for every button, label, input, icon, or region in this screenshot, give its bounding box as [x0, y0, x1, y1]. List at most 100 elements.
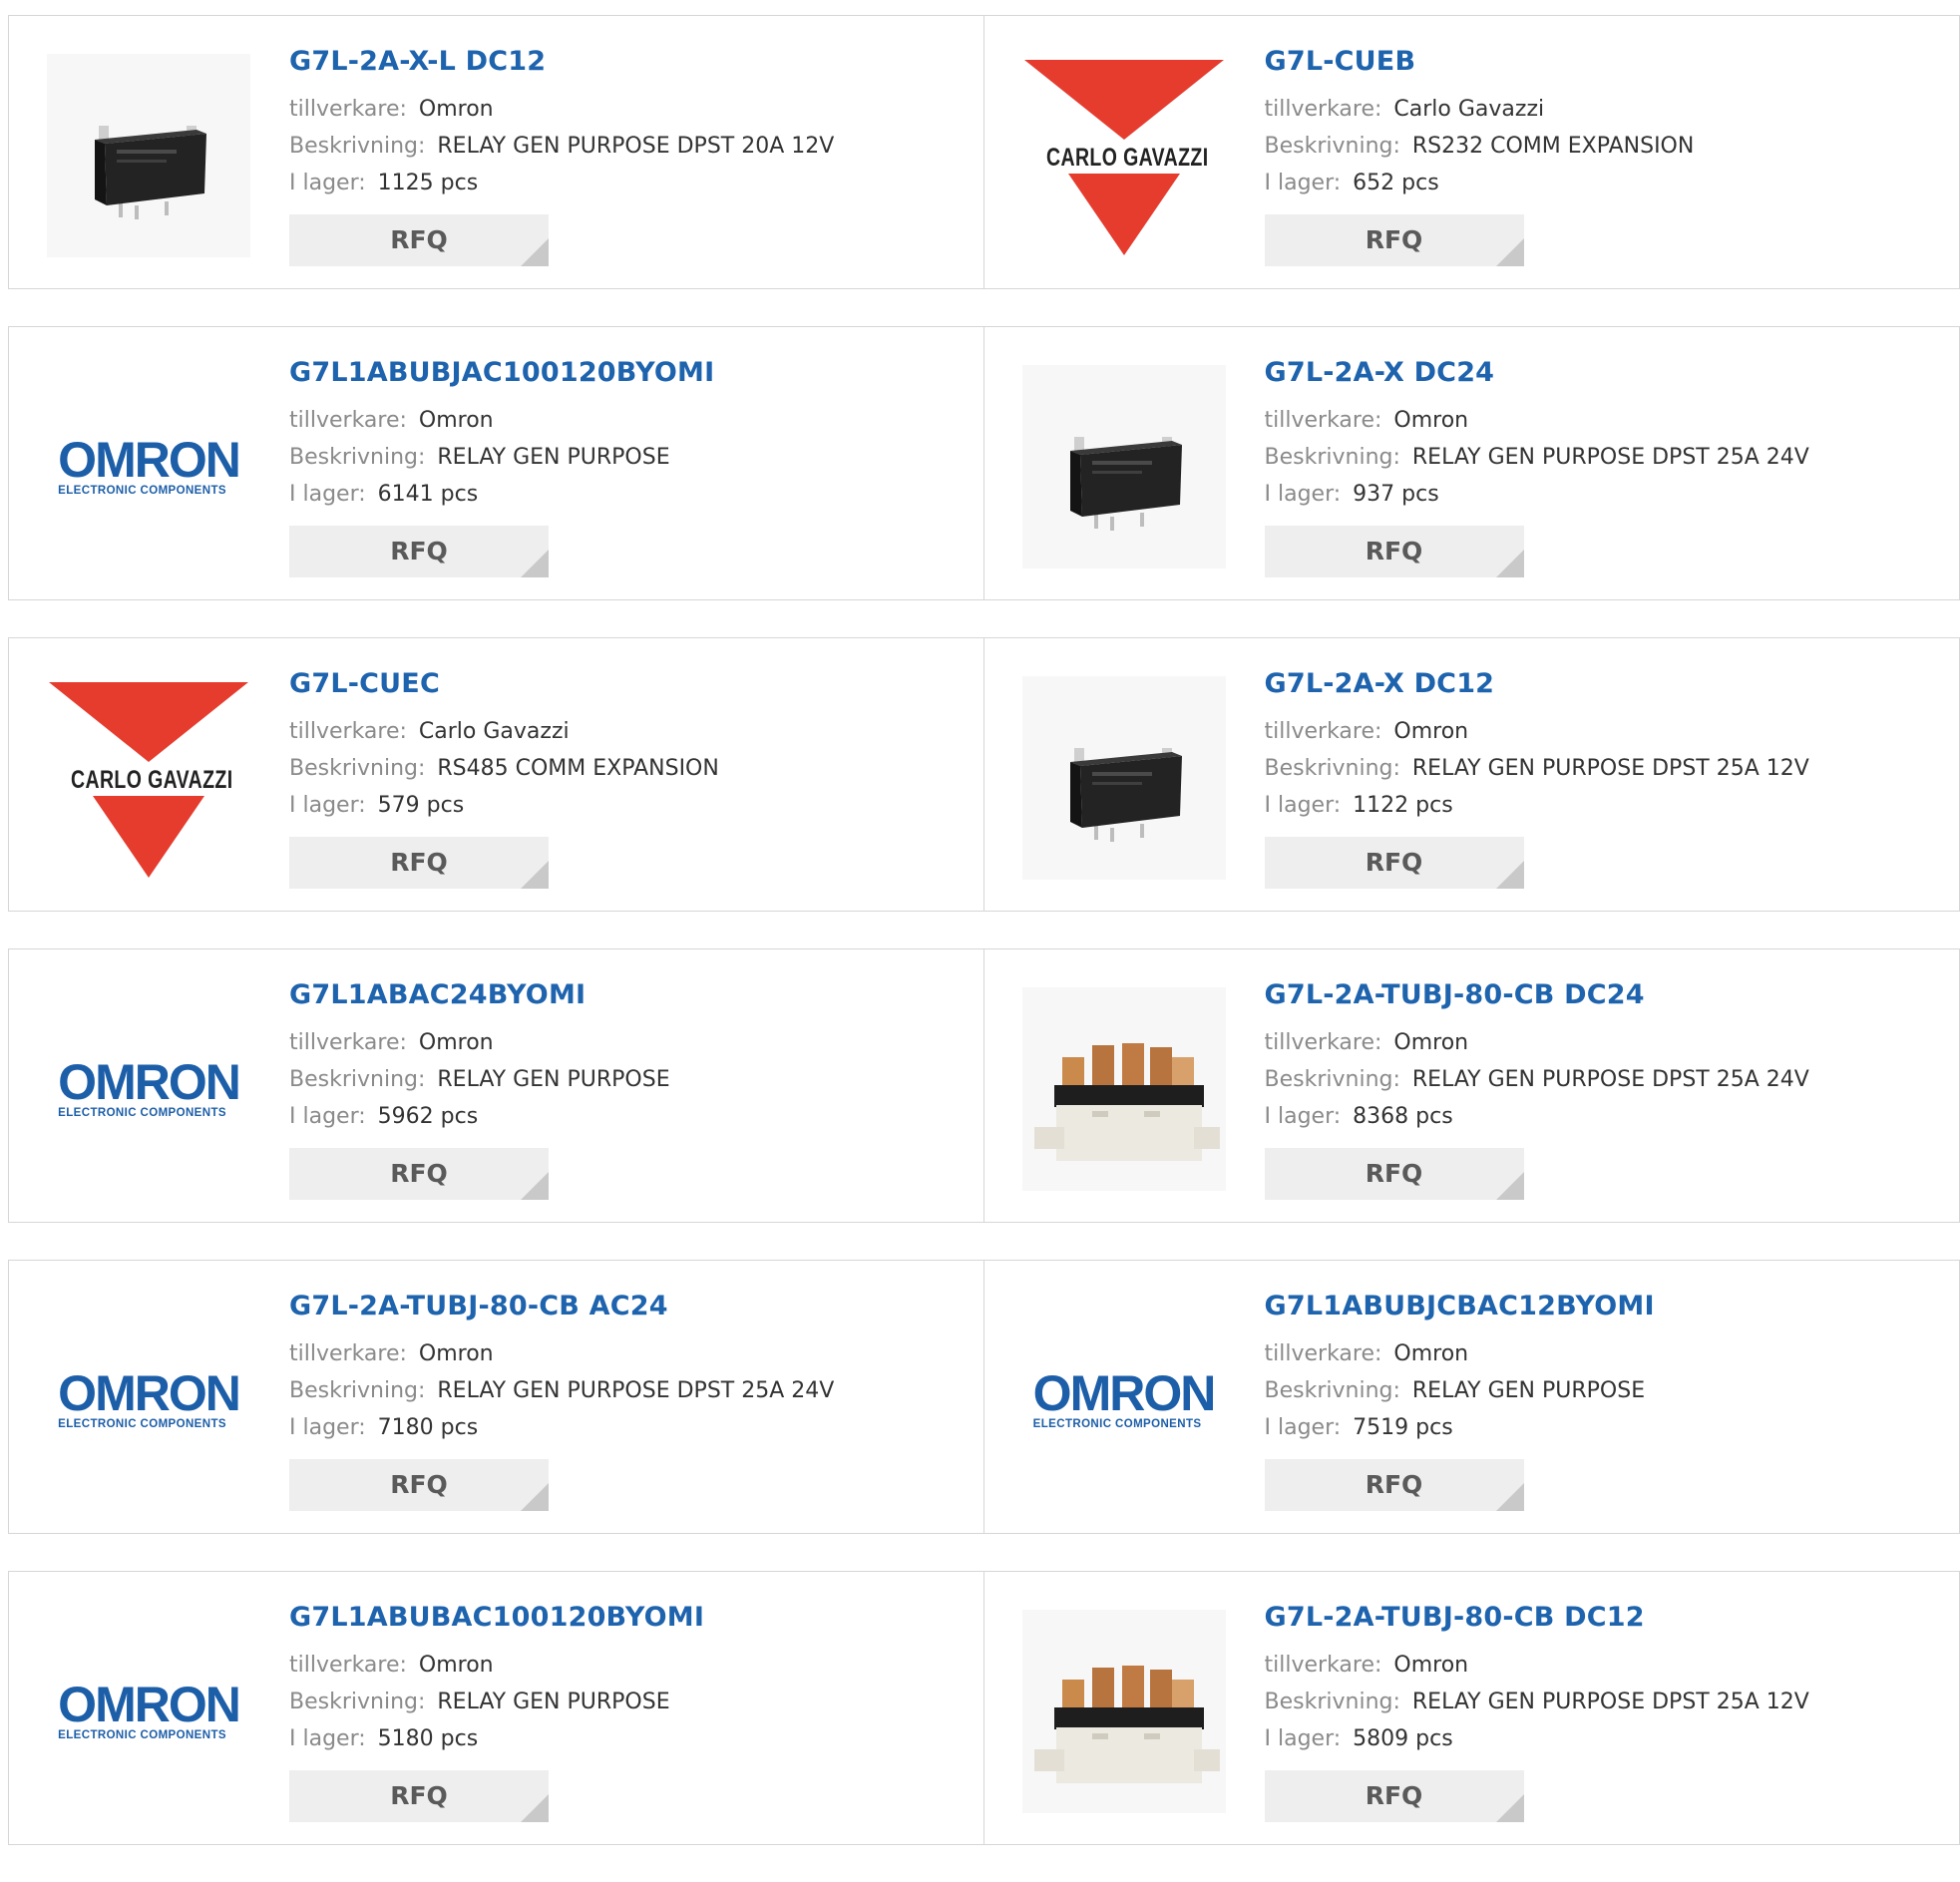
manufacturer-row: tillverkare:Omron [289, 1335, 834, 1372]
corner-arrow-icon [521, 1794, 549, 1822]
stock-value: 5809 pcs [1353, 1726, 1453, 1751]
part-number-link[interactable]: G7L-CUEC [289, 668, 719, 699]
manufacturer-row: tillverkare: Omron [1265, 402, 1809, 439]
stock-label: I lager: [289, 171, 366, 195]
rfq-button[interactable]: RFQ [1265, 1459, 1524, 1511]
rfq-button[interactable]: RFQ [1265, 837, 1524, 889]
rfq-button[interactable]: RFQ [289, 1148, 549, 1200]
product-grid: G7L-2A-X-L DC12 tillverkare: Omron Beskri… [8, 15, 1960, 1882]
product-info: G7L-2A-TUBJ-80-CB AC24 tillverkare:Omron… [289, 1291, 834, 1511]
product-info: G7L-2A-X-L DC12 tillverkare:Omron Beskri… [289, 46, 834, 266]
product-card: OMRONELECTRONIC COMPONENTS G7L-2A-TUBJ-8… [8, 1260, 984, 1534]
manufacturer-label: tillverkare: [1265, 1341, 1382, 1366]
corner-arrow-icon [1496, 238, 1524, 266]
logo-triangle-top [1024, 60, 1224, 140]
omron-logo-text: OMRON [58, 1682, 239, 1727]
manufacturer-row: tillverkare:Omron [1265, 1024, 1809, 1061]
part-number-link[interactable]: G7L1ABAC24BYOMI [289, 979, 670, 1010]
manufacturer-row: tillverkare:Omron [289, 402, 714, 439]
rfq-button-label: RFQ [1366, 1159, 1423, 1188]
manufacturer-label: tillverkare: [289, 1030, 407, 1055]
description-label: Beskrivning: [1265, 134, 1400, 159]
manufacturer-row: tillverkare:Omron [289, 1024, 670, 1061]
part-number-link[interactable]: G7L-2A-X-L DC12 [289, 46, 834, 77]
omron-logo-subtext: ELECTRONIC COMPONENTS [58, 485, 226, 497]
product-image[interactable]: OMRONELECTRONIC COMPONENTS [47, 1299, 250, 1502]
stock-value: 5180 pcs [378, 1726, 479, 1751]
stock-value: 6141 pcs [378, 482, 479, 507]
corner-arrow-icon [521, 550, 549, 577]
carlo-gavazzi-logo-text: CARLO GAVAZZI [1046, 144, 1202, 173]
product-image[interactable] [1022, 987, 1226, 1191]
part-number-link[interactable]: G7L1ABUBJAC100120BYOMI [289, 357, 714, 388]
product-image[interactable] [1022, 676, 1226, 880]
description-label: Beskrivning: [289, 756, 425, 781]
product-image[interactable]: CARLO GAVAZZI [47, 676, 250, 880]
product-image[interactable]: OMRONELECTRONIC COMPONENTS [47, 1610, 250, 1813]
product-image[interactable]: OMRONELECTRONIC COMPONENTS [1022, 1299, 1226, 1502]
product-image[interactable] [1022, 1610, 1226, 1813]
description-value: RELAY GEN PURPOSE DPST 25A 12V [1412, 1690, 1809, 1714]
description-label: Beskrivning: [1265, 756, 1400, 781]
logo-triangle-bottom [93, 796, 204, 878]
rfq-button[interactable]: RFQ [1265, 1148, 1524, 1200]
product-info: G7L-2A-X DC24 tillverkare:Omron Beskrivn… [1265, 357, 1809, 577]
part-number-link[interactable]: G7L-2A-TUBJ-80-CB DC12 [1265, 1602, 1809, 1633]
product-row: OMRONELECTRONIC COMPONENTS G7L1ABAC24BYO… [8, 948, 1960, 1223]
product-row: G7L-2A-X-L DC12 tillverkare:Omron Beskri… [8, 15, 1960, 289]
relay-black-image [1022, 365, 1226, 568]
part-number-link[interactable]: G7L-2A-X DC12 [1265, 668, 1809, 699]
product-card: OMRONELECTRONIC COMPONENTS G7L1ABUBJCBAC… [984, 1260, 1960, 1534]
rfq-button[interactable]: RFQ [1265, 214, 1524, 266]
rfq-button[interactable]: RFQ [289, 837, 549, 889]
product-image[interactable]: OMRONELECTRONIC COMPONENTS [47, 987, 250, 1191]
manufacturer-row: tillverkare:Omron [1265, 713, 1809, 750]
product-card: G7L-2A-X-L DC12 tillverkare:Omron Beskri… [8, 15, 984, 289]
product-image[interactable]: OMRONELECTRONIC COMPONENTS [47, 365, 250, 568]
part-number-link[interactable]: G7L-2A-TUBJ-80-CB DC24 [1265, 979, 1809, 1010]
stock-row: I lager:6141 pcs [289, 476, 714, 513]
stock-label: I lager: [1265, 171, 1342, 195]
description-row: Beskrivning:RELAY GEN PURPOSE DPST 25A 1… [1265, 750, 1809, 787]
manufacturer-row: tillverkare:Omron [289, 1647, 704, 1684]
rfq-button[interactable]: RFQ [1265, 526, 1524, 577]
rfq-button-label: RFQ [1366, 225, 1423, 254]
rfq-button[interactable]: RFQ [1265, 1770, 1524, 1822]
stock-row: I lager:652 pcs [1265, 165, 1695, 201]
product-card: G7L-2A-TUBJ-80-CB DC24 tillverkare:Omron… [984, 948, 1960, 1223]
part-number-link[interactable]: G7L1ABUBAC100120BYOMI [289, 1602, 704, 1633]
stock-row: I lager:937 pcs [1265, 476, 1809, 513]
description-label: Beskrivning: [1265, 1378, 1400, 1403]
part-number-link[interactable]: G7L-2A-X DC24 [1265, 357, 1809, 388]
description-row: Beskrivning:RS232 COMM EXPANSION [1265, 128, 1695, 165]
rfq-button-label: RFQ [390, 537, 448, 565]
stock-value: 5962 pcs [378, 1104, 479, 1129]
product-image[interactable] [47, 54, 250, 257]
product-info: G7L1ABUBJAC100120BYOMI tillverkare:Omron… [289, 357, 714, 577]
description-label: Beskrivning: [1265, 1067, 1400, 1092]
product-image[interactable] [1022, 365, 1226, 568]
description-row: Beskrivning:RELAY GEN PURPOSE DPST 20A 1… [289, 128, 834, 165]
stock-row: I lager:579 pcs [289, 787, 719, 824]
description-value: RS485 COMM EXPANSION [437, 756, 718, 781]
part-number-link[interactable]: G7L-2A-TUBJ-80-CB AC24 [289, 1291, 834, 1321]
rfq-button[interactable]: RFQ [289, 526, 549, 577]
manufacturer-label: tillverkare: [1265, 408, 1382, 433]
omron-logo: OMRONELECTRONIC COMPONENTS [58, 437, 239, 497]
rfq-button[interactable]: RFQ [289, 1459, 549, 1511]
part-number-link[interactable]: G7L1ABUBJCBAC12BYOMI [1265, 1291, 1655, 1321]
product-row: OMRONELECTRONIC COMPONENTS G7L1ABUBJAC10… [8, 326, 1960, 600]
description-label: Beskrivning: [289, 134, 425, 159]
corner-arrow-icon [1496, 1483, 1524, 1511]
part-number-link[interactable]: G7L-CUEB [1265, 46, 1695, 77]
product-image[interactable]: CARLO GAVAZZI [1022, 54, 1226, 257]
rfq-button[interactable]: RFQ [289, 214, 549, 266]
rfq-button-label: RFQ [1366, 1781, 1423, 1810]
manufacturer-value: Omron [419, 97, 494, 122]
rfq-button[interactable]: RFQ [289, 1770, 549, 1822]
product-row: CARLO GAVAZZI G7L-CUEC tillverkare:Carlo… [8, 637, 1960, 912]
manufacturer-row: tillverkare:Omron [289, 91, 834, 128]
manufacturer-value: Omron [1393, 408, 1468, 433]
stock-value: 937 pcs [1353, 482, 1439, 507]
manufacturer-value: Omron [1393, 719, 1468, 744]
